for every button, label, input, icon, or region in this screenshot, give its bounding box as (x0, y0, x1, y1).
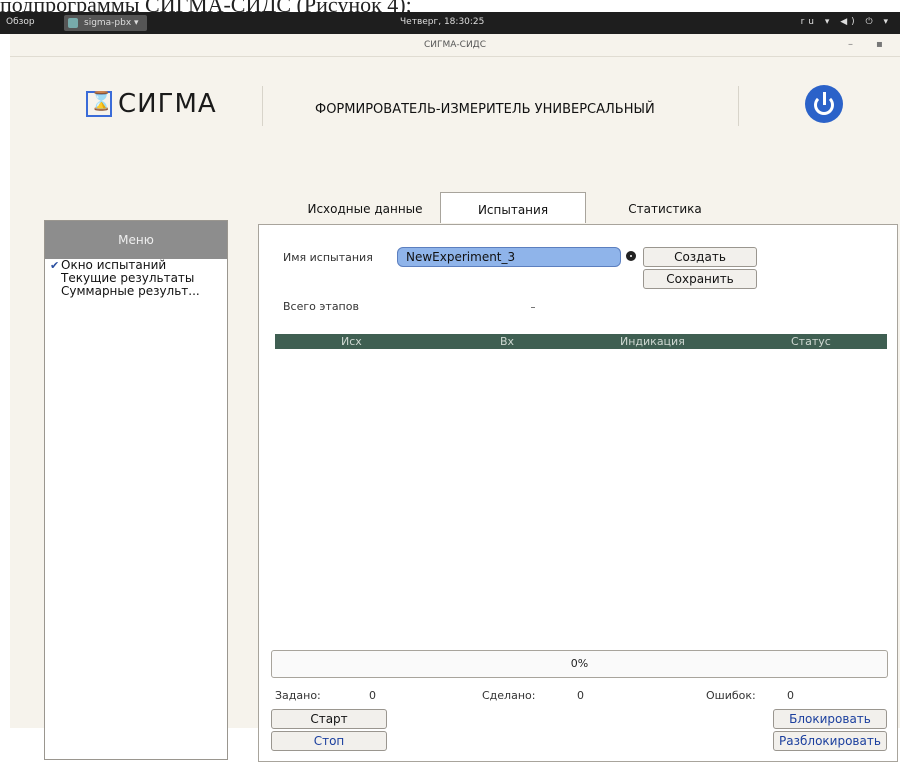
done-value: 0 (577, 689, 584, 702)
assigned-value: 0 (369, 689, 376, 702)
sidebar-item-label: Суммарные результ... (61, 284, 200, 298)
tab-tests[interactable]: Испытания (440, 192, 586, 223)
radio-icon[interactable] (626, 251, 636, 261)
tab-source-data[interactable]: Исходные данные (290, 192, 440, 222)
save-button[interactable]: Сохранить (643, 269, 757, 289)
power-icon[interactable] (805, 85, 843, 123)
logo-text: СИГМА (118, 89, 217, 119)
progress-bar: 0% (271, 650, 888, 678)
stop-button[interactable]: Стоп (271, 731, 387, 751)
sidebar-menu: Меню ✔ Окно испытаний Текущие результаты… (44, 220, 228, 760)
overview-button[interactable]: Обзор (6, 17, 35, 27)
column-header[interactable]: Вх (500, 334, 514, 349)
status-area[interactable]: ru ▾ ◀) ⏻ ▾ (801, 17, 892, 27)
sidebar-item-label: Окно испытаний (61, 258, 167, 272)
column-header[interactable]: Исх (341, 334, 362, 349)
clock[interactable]: Четверг, 18:30:25 (400, 17, 484, 27)
start-button[interactable]: Старт (271, 709, 387, 729)
minimize-icon[interactable]: – (848, 34, 853, 56)
errors-value: 0 (787, 689, 794, 702)
menu-header: Меню (45, 221, 227, 259)
window-titlebar: СИГМА-СИДС – ▪ (10, 34, 900, 57)
test-name-input[interactable]: NewExperiment_3 (397, 247, 621, 267)
window-title: СИГМА-СИДС (423, 40, 486, 50)
logo: СИГМА (86, 86, 217, 122)
column-header[interactable]: Индикация (620, 334, 685, 349)
errors-label: Ошибок: (706, 689, 756, 702)
app-menu[interactable]: sigma-pbx ▾ (64, 15, 147, 31)
system-top-bar: Обзор sigma-pbx ▾ Четверг, 18:30:25 ru ▾… (0, 12, 900, 34)
total-stages-value (531, 307, 535, 308)
create-button[interactable]: Создать (643, 247, 757, 267)
total-stages-label: Всего этапов (283, 300, 359, 313)
unlock-button[interactable]: Разблокировать (773, 731, 887, 751)
hourglass-logo-icon (86, 91, 112, 117)
header-divider (262, 86, 263, 126)
close-icon[interactable]: ▪ (876, 34, 883, 56)
assigned-label: Задано: (275, 689, 321, 702)
sidebar-item-label: Текущие результаты (61, 271, 195, 285)
app-window: СИГМА-СИДС – ▪ СИГМА ФОРМИРОВАТЕЛЬ-ИЗМЕР… (10, 34, 900, 762)
tab-statistics[interactable]: Статистика (590, 192, 740, 222)
test-name-label: Имя испытания (283, 251, 373, 264)
header-divider (738, 86, 739, 126)
sidebar-item-summary-results[interactable]: Суммарные результ... (45, 285, 227, 298)
checkmark-icon: ✔ (50, 259, 60, 272)
lock-button[interactable]: Блокировать (773, 709, 887, 729)
device-title: ФОРМИРОВАТЕЛЬ-ИЗМЕРИТЕЛЬ УНИВЕРСАЛЬНЫЙ (315, 102, 655, 117)
tests-panel: Имя испытания NewExperiment_3 Создать Со… (258, 224, 898, 762)
stages-table-header: Исх Вх Индикация Статус (275, 334, 887, 349)
column-header[interactable]: Статус (791, 334, 831, 349)
done-label: Сделано: (482, 689, 536, 702)
